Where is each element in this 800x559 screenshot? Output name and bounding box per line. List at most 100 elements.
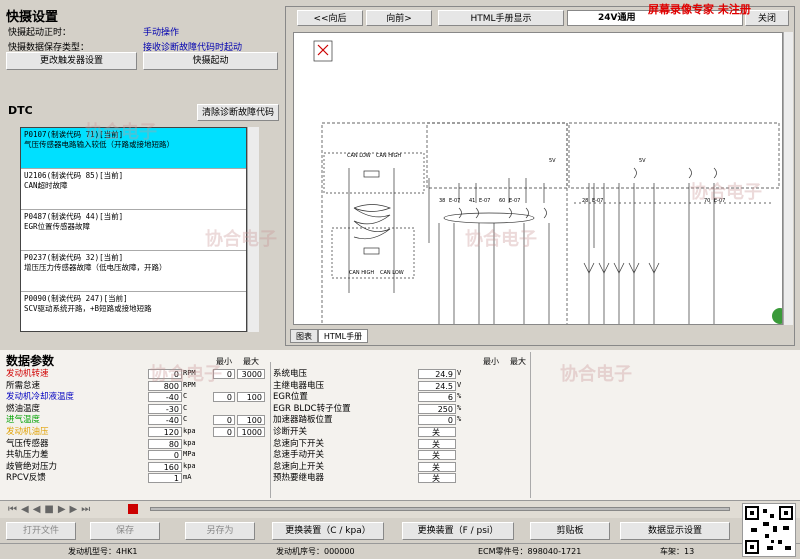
change-trigger-button[interactable]: 更改触发器设置	[6, 52, 137, 70]
clear-dtc-button[interactable]: 清除诊断故障代码	[197, 104, 279, 121]
param-max: 1000	[237, 427, 265, 437]
unit-metric-button[interactable]: 更换装置（C / kpa）	[272, 522, 384, 540]
can-high-label: CAN HIGH	[376, 153, 402, 159]
qr-code-svg	[745, 506, 793, 554]
param-value: 关	[418, 461, 456, 472]
dtc-item[interactable]: U2106(制诶代码 85)[当前] CAN超时故障	[21, 169, 246, 210]
param-value: 关	[418, 473, 456, 484]
display-settings-button[interactable]: 数据显示设置	[620, 522, 730, 540]
dtc-item[interactable]: P0237(制诶代码 32)[当前] 增压压力传感器故障（低电压故障，开路）	[21, 251, 246, 292]
engine-serial: 发动机序号：000000	[276, 547, 355, 556]
param-name: 怠速向上开关	[273, 461, 325, 472]
param-unit: C	[183, 392, 188, 401]
recorder-overlay: 屏幕录像专家 未注册	[648, 3, 751, 16]
dtc-code: U2106(制诶代码 85)[当前]	[24, 171, 124, 180]
pin-label: 60	[499, 198, 506, 204]
param-value: -40	[148, 415, 182, 426]
param-name: 进气温度	[6, 415, 41, 426]
watermark: 协合电子	[465, 229, 537, 250]
param-name: 歧管绝对压力	[6, 461, 58, 472]
param-name: 所需怠速	[6, 380, 41, 391]
dtc-item[interactable]: P0090(制诶代码 247)[当前] SCV驱动系统开路，+B短路或接地短路	[21, 292, 246, 331]
pin-label: E-07	[449, 198, 461, 204]
pin-label: E-07	[592, 198, 604, 204]
watermark: 协合电子	[150, 364, 222, 385]
cursor-indicator	[772, 308, 782, 324]
unit-imperial-button[interactable]: 更换装置（F / psi）	[402, 522, 514, 540]
dtc-code: P0487(制诶代码 44)[当前]	[24, 212, 124, 221]
param-min: 0	[213, 392, 235, 403]
max-header-2: 最大	[510, 357, 526, 366]
watermark: 协合电子	[85, 122, 157, 143]
param-max: 3000	[237, 369, 265, 379]
param-value: 关	[418, 438, 456, 449]
param-name: 气压传感器	[6, 438, 49, 449]
param-unit: C	[183, 415, 188, 424]
param-unit: kpa	[183, 427, 196, 435]
param-value: 关	[418, 427, 456, 437]
param-value: 关	[418, 450, 456, 461]
back-button[interactable]: <<向后	[297, 10, 363, 26]
tab-chart[interactable]: 图表	[290, 329, 318, 343]
save-as-button[interactable]: 另存为	[185, 522, 255, 540]
can-high-label-2: CAN HIGH	[349, 270, 375, 276]
snapshot-title: 快摄设置	[6, 10, 59, 25]
param-name: 诊断开关	[273, 427, 308, 437]
open-file-button[interactable]: 打开文件	[6, 522, 76, 540]
dtc-desc: CAN超时故障	[24, 181, 68, 190]
save-button[interactable]: 保存	[90, 522, 160, 540]
params-title: 数据参数	[6, 354, 55, 368]
params-divider	[530, 352, 531, 498]
5v-label: 5V	[549, 158, 556, 164]
params-panel	[0, 350, 800, 500]
dtc-title: DTC	[8, 104, 33, 117]
clipboard-button[interactable]: 剪贴板	[530, 522, 610, 540]
viewer-scrollbar[interactable]	[783, 32, 793, 325]
param-value: 24.9	[418, 369, 456, 379]
dtc-code: P0237(制诶代码 32)[当前]	[24, 253, 124, 262]
param-unit: %	[457, 415, 462, 424]
quick-start-button[interactable]: 快摄起动	[143, 52, 278, 70]
playback-slider[interactable]	[150, 507, 730, 511]
pin-label: E-07	[479, 198, 491, 204]
playback-controls[interactable]: ⏮◀◀■▶▶⏭	[8, 504, 94, 515]
param-max: 100	[237, 392, 265, 403]
param-name: 系统电压	[273, 369, 308, 379]
pdf-icon	[313, 40, 333, 62]
watermark: 协合电子	[690, 182, 762, 203]
watermark: 协合电子	[560, 364, 632, 385]
close-button[interactable]: 关闭	[745, 10, 789, 26]
dtc-code: P0090(制诶代码 247)[当前]	[24, 294, 128, 303]
param-unit: V	[457, 380, 462, 389]
pin-label: 28	[582, 198, 589, 204]
param-value: 0	[418, 415, 456, 426]
param-unit: %	[457, 392, 462, 401]
vehicle-frame: 车架：13	[660, 547, 695, 556]
max-header: 最大	[243, 357, 259, 366]
param-value: 160	[148, 461, 182, 472]
param-name: 燃油温度	[6, 403, 41, 414]
param-name: 加速器踏板位置	[273, 415, 333, 426]
param-min: 0	[213, 427, 235, 437]
param-max: 100	[237, 415, 265, 426]
record-icon[interactable]	[128, 504, 138, 514]
pin-label: E-07	[509, 198, 521, 204]
min-header-2: 最小	[483, 357, 499, 366]
param-value: -40	[148, 392, 182, 403]
param-name: 共轨压力差	[6, 450, 49, 461]
qr-code-icon	[742, 503, 796, 557]
html-manual-button[interactable]: HTML手册显示	[438, 10, 564, 26]
param-value: 250	[418, 403, 456, 414]
param-name: 发动机油压	[6, 427, 49, 437]
param-value: -30	[148, 403, 182, 414]
param-value: 1	[148, 473, 182, 484]
param-name: 怠速手动开关	[273, 450, 325, 461]
snapshot-start-value: 手动操作	[143, 28, 180, 38]
param-unit: V	[457, 369, 462, 377]
param-unit: kpa	[183, 461, 196, 470]
param-value: 24.5	[418, 380, 456, 391]
param-name: 发动机冷却液温度	[6, 392, 75, 403]
snapshot-start-label: 快摄起动正时：	[8, 28, 72, 38]
forward-button[interactable]: 向前>	[366, 10, 432, 26]
tab-html-manual[interactable]: HTML手册	[318, 329, 368, 343]
